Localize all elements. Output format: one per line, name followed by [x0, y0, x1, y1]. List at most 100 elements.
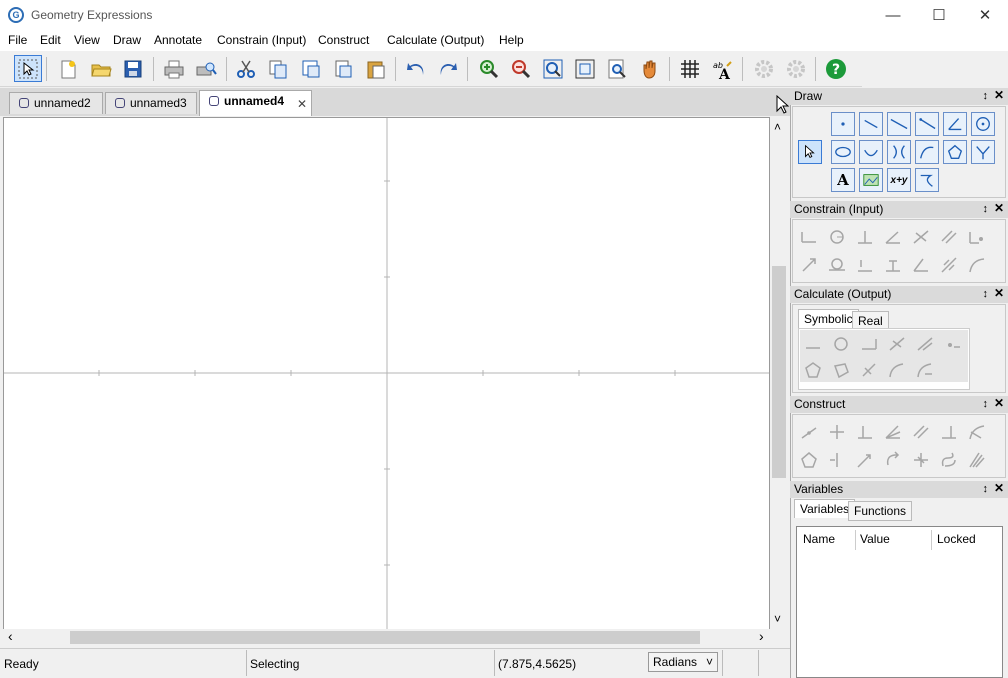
draw-line-tool[interactable] [887, 112, 911, 136]
constrain-implicit-tool[interactable] [852, 252, 877, 277]
calc-curve-tool[interactable] [884, 357, 909, 382]
calc-angle-tool[interactable] [856, 330, 881, 355]
construct-translation-tool[interactable] [852, 447, 877, 472]
pin-icon[interactable]: ↕ [983, 286, 989, 303]
angle-unit-select[interactable]: Radians ˅ [648, 652, 718, 672]
undo-button[interactable] [402, 55, 430, 82]
minimize-button[interactable]: — [870, 0, 916, 31]
menu-file[interactable]: File [8, 33, 27, 47]
constrain-proportional-tool[interactable] [880, 252, 905, 277]
close-panel-icon[interactable]: ✕ [994, 87, 1004, 104]
scroll-down-icon[interactable]: ˅ [774, 612, 781, 626]
help-button[interactable]: ? [822, 55, 850, 82]
constrain-curve-tool[interactable] [964, 252, 989, 277]
zoom-in-button[interactable] [475, 55, 503, 82]
draw-parabola-tool[interactable] [915, 140, 939, 164]
menu-calculate[interactable]: Calculate (Output) [387, 33, 484, 47]
draw-ray-tool[interactable] [915, 112, 939, 136]
column-header-value[interactable]: Value [860, 532, 890, 546]
construct-midpoint-tool[interactable] [796, 419, 821, 444]
new-file-button[interactable] [54, 55, 82, 82]
draw-ellipse-tool[interactable] [831, 140, 855, 164]
select-tool-button[interactable] [14, 55, 42, 82]
tab-unnamed3[interactable]: unnamed3 [105, 92, 197, 114]
calc-parametric-tool[interactable] [856, 357, 881, 382]
draw-hyperbola-tool[interactable] [887, 140, 911, 164]
menu-annotate[interactable]: Annotate [154, 33, 202, 47]
constrain-coordinates-tool[interactable] [964, 224, 989, 249]
constrain-direction-tool[interactable] [796, 252, 821, 277]
pin-icon[interactable]: ↕ [983, 201, 989, 218]
zoom-out-button[interactable] [507, 55, 535, 82]
draw-polygon-tool[interactable] [943, 140, 967, 164]
calc-polygon-tool[interactable] [828, 357, 853, 382]
drawing-canvas[interactable] [3, 117, 770, 630]
column-header-locked[interactable]: Locked [937, 532, 976, 546]
draw-picture-tool[interactable] [859, 168, 883, 192]
calc-radius-tool[interactable] [828, 330, 853, 355]
calc-locus-tool[interactable] [912, 357, 937, 382]
zoom-window-button[interactable] [603, 55, 631, 82]
draw-text-tool[interactable]: A [831, 168, 855, 192]
construct-parallel-tool[interactable] [908, 419, 933, 444]
construct-tangent-tool[interactable] [964, 419, 989, 444]
construct-reflection-tool[interactable] [824, 447, 849, 472]
menu-construct[interactable]: Construct [318, 33, 369, 47]
draw-point-tool[interactable] [831, 112, 855, 136]
menu-view[interactable]: View [74, 33, 100, 47]
calc-coordinates-tool[interactable] [940, 330, 965, 355]
zoom-fit-button[interactable] [539, 55, 567, 82]
constrain-perpendicular-tool[interactable] [852, 224, 877, 249]
tab-unnamed2[interactable]: unnamed2 [9, 92, 103, 114]
open-file-button[interactable] [87, 55, 115, 82]
construct-dilation-tool[interactable] [908, 447, 933, 472]
save-button[interactable] [119, 55, 147, 82]
vertical-scroll-thumb[interactable] [772, 266, 786, 478]
constrain-congruent-tool[interactable] [936, 252, 961, 277]
menu-help[interactable]: Help [499, 33, 524, 47]
pin-icon[interactable]: ↕ [983, 396, 989, 413]
constrain-parallel-tool[interactable] [936, 224, 961, 249]
pin-icon[interactable]: ↕ [983, 481, 989, 498]
close-panel-icon[interactable]: ✕ [994, 395, 1004, 412]
calc-settings-button[interactable] [750, 55, 778, 82]
constrain-distance-tool[interactable] [796, 224, 821, 249]
close-window-button[interactable]: ✕ [962, 0, 1008, 31]
draw-locus-tool[interactable] [915, 168, 939, 192]
construct-perpendicular-tool[interactable] [852, 419, 877, 444]
cut-button[interactable] [232, 55, 260, 82]
construct-angle-bisector-tool[interactable] [880, 419, 905, 444]
menu-constrain[interactable]: Constrain (Input) [217, 33, 306, 47]
pin-icon[interactable]: ↕ [983, 88, 989, 105]
draw-segment-tool[interactable] [859, 112, 883, 136]
close-panel-icon[interactable]: ✕ [994, 480, 1004, 497]
scroll-right-icon[interactable]: › [759, 628, 764, 644]
close-panel-icon[interactable]: ✕ [994, 200, 1004, 217]
tab-functions[interactable]: Functions [848, 501, 913, 521]
constrain-angle-tool[interactable] [880, 224, 905, 249]
menu-draw[interactable]: Draw [113, 33, 141, 47]
construct-rotation-tool[interactable] [880, 447, 905, 472]
calc-slope-tool[interactable] [884, 330, 909, 355]
tab-symbolic[interactable]: Symbolic [798, 309, 859, 328]
calc-equation-tool[interactable] [912, 330, 937, 355]
close-panel-icon[interactable]: ✕ [994, 285, 1004, 302]
grid-button[interactable] [676, 55, 704, 82]
tab-variables[interactable]: Variables [794, 499, 856, 518]
constrain-angle-between-tool[interactable] [908, 252, 933, 277]
calc-area-tool[interactable] [800, 357, 825, 382]
construct-intersection-tool[interactable] [824, 419, 849, 444]
horizontal-scroll-thumb[interactable] [70, 631, 700, 644]
construct-envelope-tool[interactable] [964, 447, 989, 472]
tab-unnamed4[interactable]: unnamed4 ✕ [199, 90, 312, 116]
redo-button[interactable] [434, 55, 462, 82]
constrain-tangent-tool[interactable] [824, 252, 849, 277]
pan-button[interactable] [636, 55, 664, 82]
print-preview-button[interactable] [192, 55, 220, 82]
construct-polygon-tool[interactable] [796, 447, 821, 472]
copy-as-button[interactable] [297, 55, 325, 82]
construct-perp-bisector-tool[interactable] [936, 419, 961, 444]
draw-expression-tool[interactable]: x+y [887, 168, 911, 192]
maximize-button[interactable]: ☐ [916, 0, 962, 31]
column-header-name[interactable]: Name [803, 532, 835, 546]
